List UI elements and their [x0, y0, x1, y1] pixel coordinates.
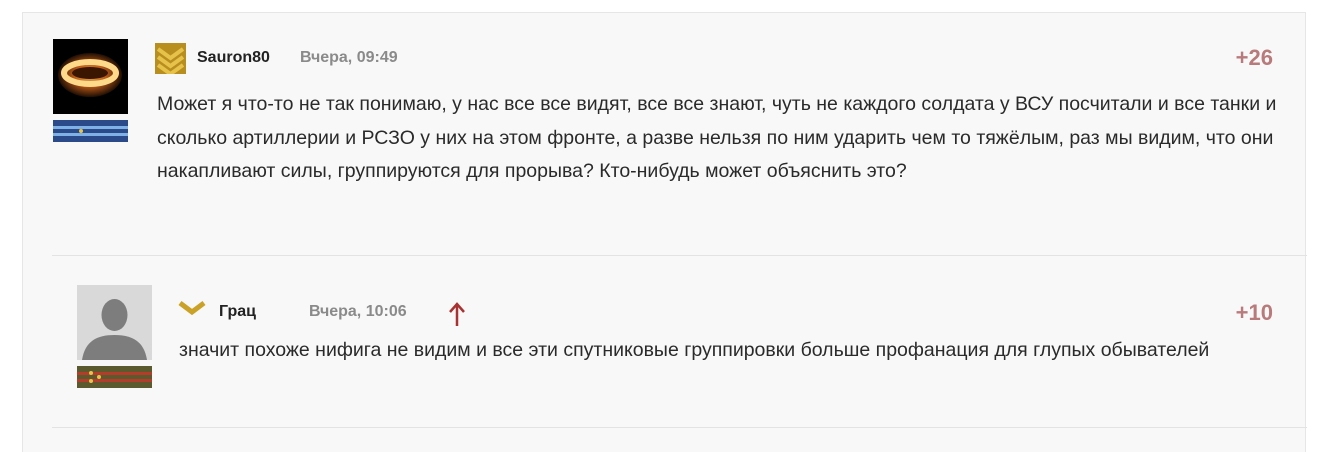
- comment-text: Может я что-то не так понимаю, у нас все…: [157, 93, 1277, 182]
- comment-date[interactable]: Вчера, 09:49: [300, 49, 398, 67]
- comment-author[interactable]: Грац: [219, 303, 256, 321]
- epaulette-icon: [77, 366, 152, 388]
- sergeant-chevron-icon: [155, 43, 186, 74]
- comment-score: +10: [1235, 300, 1273, 325]
- rank-insignia: [77, 366, 152, 388]
- comment-score: +26: [1235, 45, 1273, 70]
- default-silhouette-avatar-icon: [77, 285, 152, 360]
- comment-reply: Грац Вчера, 10:06 +10 значит похоже нифи…: [52, 255, 1307, 427]
- comment-text: значит похоже нифига не видим и все эти …: [179, 339, 1210, 361]
- ring-avatar-icon: [53, 39, 128, 114]
- comment: Sauron80 Вчера, 09:49 +26 Может я что-то…: [23, 13, 1307, 255]
- user-avatar[interactable]: [53, 39, 128, 114]
- arrow-up-icon[interactable]: [448, 301, 466, 327]
- comment-divider: [52, 427, 1307, 428]
- comment-author[interactable]: Sauron80: [197, 49, 270, 67]
- comment-date[interactable]: Вчера, 10:06: [309, 303, 407, 321]
- rank-insignia: [53, 120, 128, 142]
- corporal-chevron-icon: [178, 301, 206, 316]
- epaulette-icon: [53, 120, 128, 142]
- comments-panel: Sauron80 Вчера, 09:49 +26 Может я что-то…: [22, 12, 1307, 452]
- user-avatar[interactable]: [77, 285, 152, 360]
